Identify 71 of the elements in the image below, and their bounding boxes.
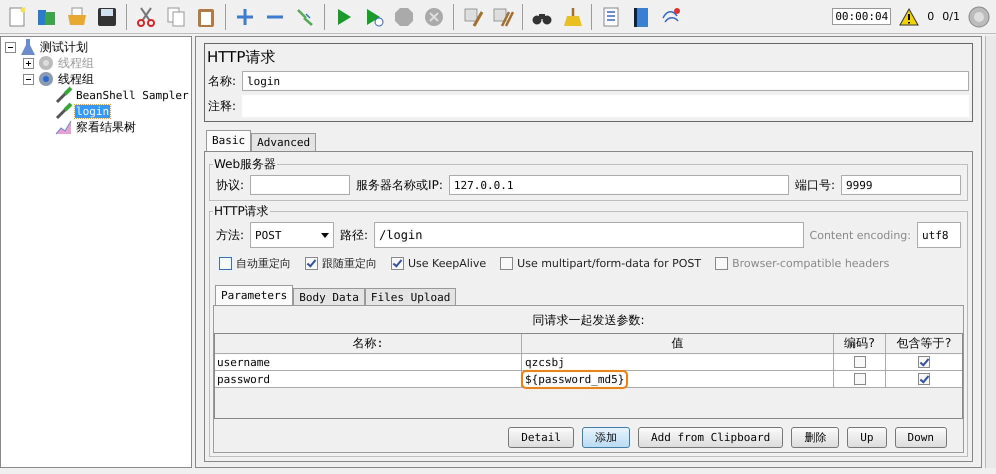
name-label: 名称: — [208, 72, 236, 90]
stop-icon[interactable] — [393, 6, 415, 28]
include-equals-checkbox[interactable] — [918, 356, 930, 368]
action-button[interactable]: 添加 — [582, 427, 630, 448]
tab[interactable]: Files Upload — [364, 288, 456, 306]
flask-icon — [19, 38, 37, 56]
clear-all-icon[interactable] — [492, 6, 514, 28]
pipette-icon — [55, 102, 73, 120]
table-caption: 同请求一起发送参数: — [531, 312, 646, 329]
comment-label: 注释: — [208, 98, 236, 114]
action-button[interactable]: 删除 — [791, 427, 840, 448]
elapsed-time: 00:00:04 — [832, 8, 892, 25]
status-icon — [968, 6, 990, 28]
column-header: 编码? — [834, 334, 886, 353]
path-label: 路径: — [340, 226, 368, 244]
scrollbar[interactable] — [985, 36, 996, 468]
tree-item[interactable]: 察看结果树 — [75, 118, 137, 136]
save-icon[interactable] — [96, 6, 118, 28]
copy-icon[interactable] — [165, 6, 187, 28]
encoding-field[interactable]: utf8 — [917, 222, 961, 248]
protocol-label: 协议: — [216, 176, 244, 194]
column-header: 名称: — [215, 334, 522, 353]
method-dropdown[interactable]: POST — [250, 222, 334, 248]
tab[interactable]: Body Data — [293, 288, 365, 306]
table-cell: username — [215, 354, 522, 370]
group-title: HTTP请求 — [213, 203, 270, 220]
chart-icon — [55, 118, 73, 136]
option-checkbox[interactable]: Use multipart/form-data for POST — [500, 256, 702, 271]
table-cell: password — [215, 371, 522, 387]
broom-icon[interactable] — [561, 6, 583, 28]
encoding-label: Content encoding: — [810, 228, 911, 242]
tree-item[interactable]: 测试计划 — [39, 38, 89, 56]
thread-count: 0/1 — [942, 10, 960, 23]
table-cell: qzcsbj — [524, 356, 566, 368]
action-button[interactable]: Add from Clipboard — [638, 427, 784, 448]
include-equals-checkbox[interactable] — [918, 373, 930, 385]
panel-title: HTTP请求 — [206, 47, 276, 68]
pipette-icon — [55, 86, 73, 104]
tab[interactable]: Advanced — [251, 133, 316, 151]
option-checkbox[interactable]: 跟随重定向 — [305, 256, 377, 271]
tab[interactable]: Parameters — [215, 285, 294, 306]
option-checkbox[interactable]: 自动重定向 — [219, 256, 291, 271]
path-field[interactable]: /login — [374, 222, 804, 248]
table-cell: ${password_md5} — [524, 372, 626, 386]
tab[interactable]: Basic — [206, 130, 252, 151]
expand-toggle[interactable] — [23, 74, 34, 84]
port-field[interactable]: 9999 — [841, 175, 961, 195]
method-label: 方法: — [216, 226, 244, 244]
clear-icon[interactable] — [462, 6, 484, 28]
tree-item[interactable]: 线程组 — [57, 70, 95, 88]
name-field[interactable]: login — [242, 71, 969, 91]
encode-checkbox[interactable] — [854, 373, 866, 385]
action-button[interactable]: Down — [894, 427, 947, 448]
protocol-field[interactable] — [250, 175, 350, 195]
warning-count: 0 — [927, 10, 934, 23]
open-folder-icon[interactable] — [66, 6, 88, 28]
group-title: Web服务器 — [213, 156, 278, 173]
tree-item[interactable]: BeanShell Sampler — [75, 88, 190, 102]
encode-checkbox[interactable] — [854, 356, 866, 368]
cut-icon[interactable] — [135, 6, 157, 28]
column-header: 值 — [522, 334, 834, 353]
shutdown-icon[interactable] — [423, 6, 445, 28]
server-label: 服务器名称或IP: — [356, 176, 443, 194]
warning-icon — [899, 8, 920, 26]
action-button[interactable]: Up — [847, 427, 886, 448]
option-checkbox[interactable]: Use KeepAlive — [391, 256, 486, 271]
port-label: 端口号: — [794, 176, 835, 194]
action-button[interactable]: Detail — [508, 427, 574, 448]
expand-toggle[interactable] — [5, 42, 16, 52]
server-field[interactable]: 127.0.0.1 — [448, 175, 789, 195]
column-header: 包含等于? — [895, 335, 953, 352]
